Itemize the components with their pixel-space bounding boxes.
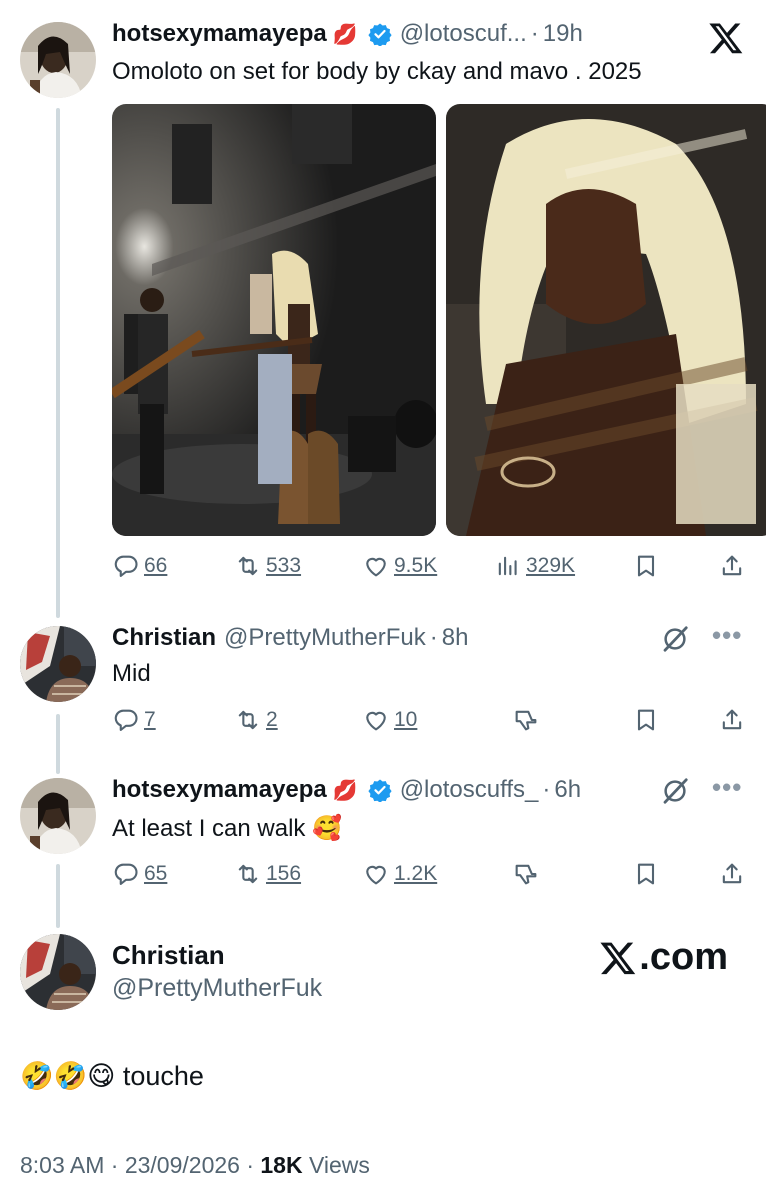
heart-icon [366, 557, 386, 577]
verified-badge-icon [368, 23, 392, 46]
dislike-button[interactable] [512, 706, 544, 734]
grok-icon[interactable] [660, 624, 690, 654]
thread-line [56, 108, 60, 618]
avatar[interactable] [20, 22, 96, 98]
bookmark-icon [637, 709, 655, 731]
x-com-watermark: .com [599, 936, 728, 979]
views-label: Views [302, 1152, 370, 1178]
x-logo-icon [709, 23, 743, 54]
more-options-icon[interactable]: ••• [712, 620, 742, 651]
tweet-header: hotsexymamayepa 💋 @lotoscuffs_ · 6h [112, 776, 581, 804]
tweet-time[interactable]: 8h [442, 624, 469, 652]
lips-emoji: 💋 [332, 23, 358, 46]
thread-line [56, 864, 60, 928]
repost-icon [238, 556, 258, 576]
repost-button[interactable]: 156 [234, 860, 301, 888]
author-name[interactable]: Christian [112, 624, 216, 652]
reply-count: 7 [144, 708, 156, 731]
tweet-actions: 65 156 1.2K [112, 860, 752, 892]
share-button[interactable] [718, 860, 750, 888]
views-count: 329K [526, 554, 576, 577]
reply-icon [114, 555, 138, 577]
views-button[interactable]: 329K [494, 552, 575, 580]
bookmark-button[interactable] [632, 552, 664, 580]
like-button[interactable]: 1.2K [362, 860, 437, 888]
thread-line [56, 714, 60, 774]
avatar[interactable] [20, 626, 96, 702]
like-button[interactable]: 9.5K [362, 552, 437, 580]
tweet-text: At least I can walk 🥰 [112, 815, 342, 842]
reply-icon [114, 709, 138, 731]
heart-icon [366, 711, 386, 731]
more-options-icon[interactable]: ••• [712, 772, 742, 803]
heart-icon [366, 865, 386, 885]
reply-icon [114, 863, 138, 885]
author-name[interactable]: hotsexymamayepa [112, 776, 327, 804]
tweet-time[interactable]: 19h [543, 20, 583, 48]
like-button[interactable]: 10 [362, 706, 417, 734]
reply-button[interactable]: 7 [112, 706, 156, 734]
share-button[interactable] [718, 552, 750, 580]
author-name[interactable]: hotsexymamayepa [112, 20, 327, 48]
author-handle[interactable]: @lotoscuffs_ [400, 776, 539, 804]
bookmark-icon [637, 555, 655, 577]
tweet-header: Christian @PrettyMutherFuk · 8h [112, 624, 468, 652]
repost-icon [238, 864, 258, 884]
repost-count: 156 [266, 862, 302, 885]
verified-badge-icon [368, 779, 392, 802]
repost-count: 533 [266, 554, 302, 577]
author-handle[interactable]: @PrettyMutherFuk [224, 624, 426, 652]
bookmark-button[interactable] [632, 706, 664, 734]
avatar[interactable] [20, 934, 96, 1010]
author-handle[interactable]: @lotoscuf... [400, 20, 527, 48]
share-icon [722, 709, 742, 730]
like-count: 1.2K [394, 862, 438, 885]
bookmark-button[interactable] [632, 860, 664, 888]
separator-dot: · [530, 20, 539, 47]
watermark-text: .com [639, 936, 728, 978]
like-count: 10 [394, 708, 418, 731]
repost-icon [238, 710, 258, 730]
separator-dot: · [429, 624, 438, 651]
avatar[interactable] [20, 778, 96, 854]
share-icon [722, 863, 742, 884]
dislike-button[interactable] [512, 860, 544, 888]
tweet-header: hotsexymamayepa 💋 @lotoscuf... · 19h [112, 20, 583, 48]
views-icon [498, 556, 517, 576]
reply-button[interactable]: 66 [112, 552, 167, 580]
tweet-photo-portrait[interactable] [446, 104, 766, 536]
reply-button[interactable]: 65 [112, 860, 167, 888]
thumbs-down-icon [515, 710, 537, 731]
like-count: 9.5K [394, 554, 438, 577]
lips-emoji: 💋 [332, 779, 358, 802]
repost-count: 2 [266, 708, 278, 731]
repost-button[interactable]: 2 [234, 706, 278, 734]
repost-button[interactable]: 533 [234, 552, 301, 580]
tweet-photo-stage[interactable] [112, 104, 436, 536]
tweet-actions: 66 533 9.5K 329K [112, 552, 752, 584]
tweet-text: Mid [112, 660, 151, 687]
timestamp[interactable]: 8:03 AM · 23/09/2026 · [20, 1152, 260, 1178]
tweet-meta: 8:03 AM · 23/09/2026 · 18K Views [20, 1152, 370, 1179]
x-logo-icon [600, 942, 636, 974]
tweet-actions: 7 2 10 [112, 706, 752, 738]
bookmark-icon [637, 863, 655, 885]
share-icon [722, 555, 742, 576]
reply-count: 66 [144, 554, 168, 577]
tweet-time[interactable]: 6h [554, 776, 581, 804]
reply-count: 65 [144, 862, 168, 885]
views-count: 18K [260, 1152, 303, 1178]
share-button[interactable] [718, 706, 750, 734]
tweet-text: Omoloto on set for body by ckay and mavo… [112, 58, 642, 85]
author-name[interactable]: Christian [112, 940, 225, 971]
grok-icon[interactable] [660, 776, 690, 806]
author-handle[interactable]: @PrettyMutherFuk [112, 974, 322, 1003]
separator-dot: · [542, 776, 551, 803]
reply-text: 🤣🤣😋 touche [20, 1061, 204, 1091]
thumbs-down-icon [515, 864, 537, 885]
